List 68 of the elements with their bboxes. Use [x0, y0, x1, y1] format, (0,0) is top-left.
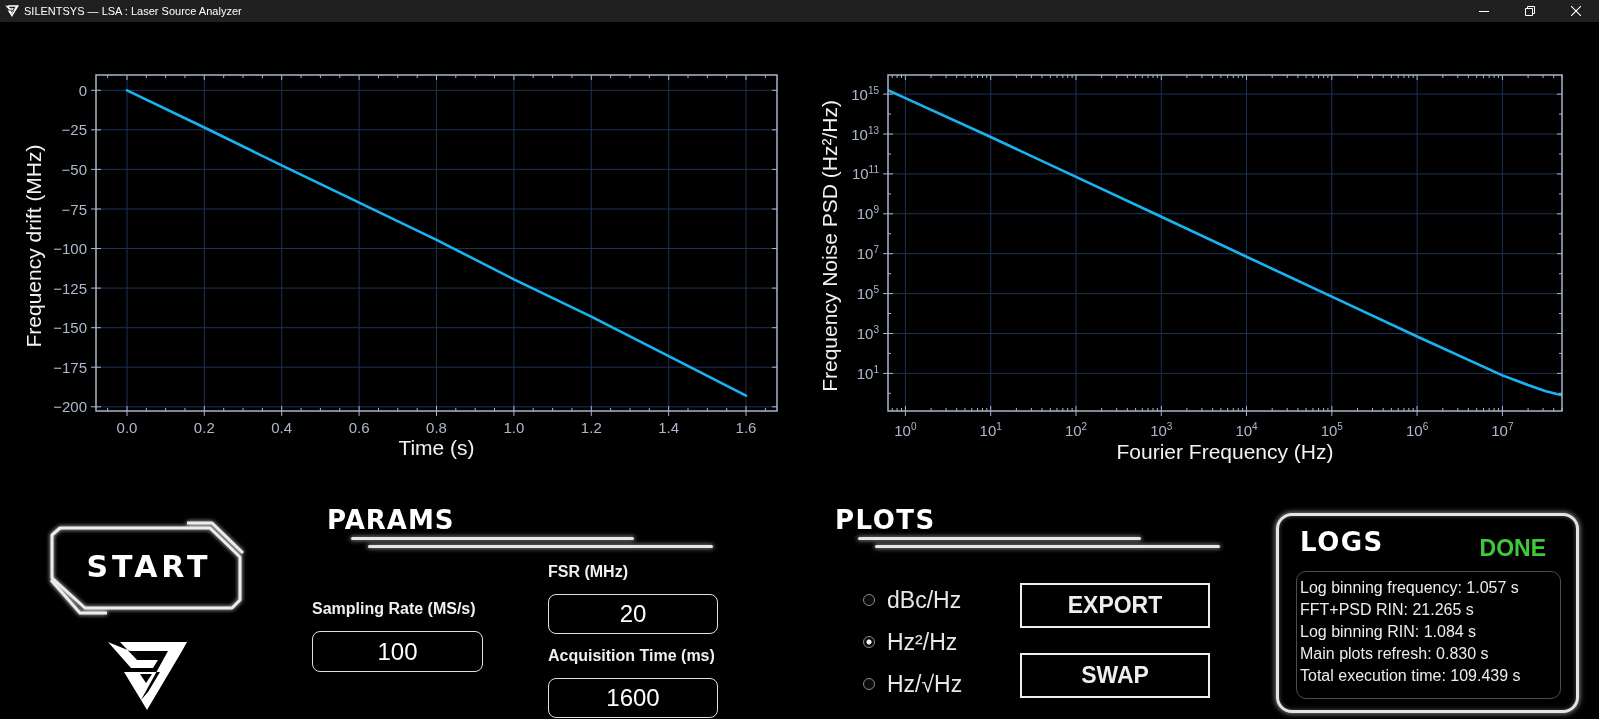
- tick-label: 10$^{7}$: [1491, 422, 1514, 440]
- tick-label: 0.2: [193, 419, 215, 437]
- action-button[interactable]: SWAP: [1020, 653, 1210, 698]
- field-label: Sampling Rate (MS/s): [312, 599, 476, 619]
- input-field[interactable]: 20: [548, 594, 718, 634]
- app-logo-icon: [5, 5, 19, 17]
- tick-label: −200: [53, 398, 87, 417]
- log-line: Total execution time: 109.439 s: [1300, 666, 1521, 686]
- log-line: Log binning frequency: 1.057 s: [1300, 578, 1519, 598]
- axis-title: Time (s): [398, 436, 475, 459]
- tick-label: 0.4: [271, 419, 293, 437]
- section-title: PARAMS: [327, 507, 455, 533]
- input-field[interactable]: 100: [312, 631, 483, 672]
- tick-label: −125: [53, 279, 87, 298]
- unit-radio[interactable]: Hz/√Hz: [863, 670, 963, 698]
- window-title: SILENTSYS — LSA : Laser Source Analyzer: [24, 4, 242, 18]
- tick-label: 10$^{1}$: [856, 364, 879, 383]
- unit-radio[interactable]: Hz²/Hz: [863, 628, 958, 656]
- tick-label: 10$^{15}$: [851, 85, 879, 104]
- section-title: PLOTS: [835, 507, 936, 533]
- log-line: Log binning RIN: 1.084 s: [1300, 622, 1477, 642]
- tick-label: 10$^{6}$: [1405, 422, 1429, 440]
- restore-icon[interactable]: [1525, 6, 1535, 16]
- tick-label: 10$^{9}$: [856, 205, 879, 224]
- tick-label: 1.6: [735, 419, 757, 437]
- tick-label: 0.8: [426, 419, 447, 437]
- axis-title: Frequency drift (MHz): [21, 144, 45, 348]
- tick-label: 10$^{3}$: [1150, 422, 1173, 440]
- unit-radio[interactable]: dBc/Hz: [863, 586, 962, 614]
- panel-title: LOGS: [1300, 529, 1384, 555]
- tick-label: 10$^{13}$: [851, 125, 879, 144]
- tick-label: 10$^{4}$: [1235, 422, 1258, 440]
- start-button[interactable]: START: [49, 521, 245, 615]
- tick-label: −100: [53, 240, 87, 258]
- tick-label: 10$^{3}$: [856, 325, 879, 343]
- tick-label: −175: [53, 358, 87, 377]
- radio-icon[interactable]: [863, 678, 875, 690]
- tick-label: 1.2: [580, 419, 602, 437]
- close-icon[interactable]: [1571, 6, 1581, 16]
- tick-label: 10$^{1}$: [979, 422, 1002, 440]
- tick-label: −25: [61, 121, 87, 140]
- minimize-icon[interactable]: [1479, 10, 1489, 12]
- tick-label: 10$^{0}$: [894, 422, 917, 440]
- tick-label: 0: [78, 81, 87, 100]
- tick-label: 10$^{5}$: [856, 285, 879, 304]
- input-field[interactable]: 1600: [548, 678, 718, 718]
- log-line: Main plots refresh: 0.830 s: [1300, 644, 1489, 664]
- tick-label: 0.0: [116, 419, 138, 437]
- tick-label: 0.6: [348, 419, 370, 437]
- tick-label: 10$^{11}$: [851, 165, 879, 184]
- tick-label: 10$^{2}$: [1064, 422, 1088, 440]
- radio-icon[interactable]: [863, 594, 875, 606]
- field-label: FSR (MHz): [548, 562, 628, 582]
- tick-label: −75: [61, 200, 87, 219]
- tick-label: 10$^{7}$: [856, 245, 879, 264]
- tick-label: 1.4: [658, 419, 680, 437]
- action-button[interactable]: EXPORT: [1020, 583, 1210, 628]
- field-label: Acquisition Time (ms): [548, 646, 715, 666]
- radio-icon[interactable]: [863, 636, 875, 648]
- tick-label: 1.0: [503, 419, 525, 437]
- log-line: FFT+PSD RIN: 21.265 s: [1300, 600, 1474, 620]
- tick-label: −150: [53, 319, 87, 338]
- logo-icon: [108, 641, 187, 710]
- axis-title: Fourier Frequency (Hz): [1116, 440, 1334, 463]
- tick-label: −50: [61, 160, 87, 179]
- axis-title: Frequency Noise PSD (Hz²/Hz): [817, 100, 841, 392]
- tick-label: 10$^{5}$: [1320, 422, 1343, 440]
- status-label: DONE: [1479, 535, 1546, 561]
